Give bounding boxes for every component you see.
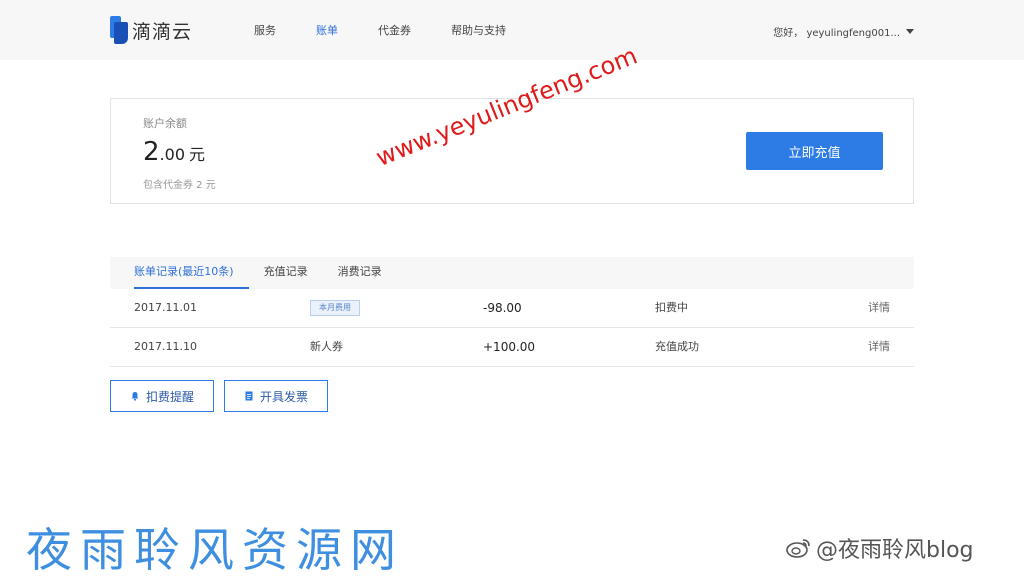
recharge-button[interactable]: 立即充值: [746, 132, 883, 170]
nav-item-services[interactable]: 服务: [254, 22, 276, 38]
row-detail-link[interactable]: 详情: [868, 328, 890, 367]
record-tabs: 账单记录(最近10条) 充值记录 消费记录: [110, 257, 914, 289]
main-nav: 服务 账单 代金券 帮助与支持: [254, 0, 546, 60]
row-amount: -98.00: [483, 301, 522, 315]
watermark-site-name: 夜雨聆风资源网: [26, 523, 404, 576]
tab-bill-records[interactable]: 账单记录(最近10条): [134, 257, 249, 289]
chevron-down-icon: [906, 29, 914, 34]
balance-unit: 元: [189, 145, 206, 164]
charge-reminder-label: 扣费提醒: [146, 389, 195, 404]
balance-label: 账户余额: [143, 117, 187, 130]
balance-voucher-note: 包含代金券 2 元: [143, 180, 216, 191]
logo-mark-icon: [110, 16, 128, 44]
weibo-icon: [786, 539, 810, 558]
watermark-weibo: @夜雨聆风blog: [786, 532, 974, 564]
logo[interactable]: 滴滴云: [110, 16, 192, 44]
top-header: 滴滴云 服务 账单 代金券 帮助与支持 您好， yeyulingfeng001.…: [0, 0, 1024, 60]
nav-item-billing[interactable]: 账单: [316, 22, 338, 38]
table-row: 2017.11.01 本月费用 -98.00 扣费中 详情: [110, 289, 914, 328]
user-menu[interactable]: 您好， yeyulingfeng001...: [773, 24, 914, 39]
balance-amount-decimal: .00: [159, 145, 185, 164]
nav-item-vouchers[interactable]: 代金券: [378, 22, 411, 38]
nav-item-help[interactable]: 帮助与支持: [451, 22, 506, 38]
invoice-icon: [244, 391, 254, 401]
row-detail-link[interactable]: 详情: [868, 289, 890, 328]
row-status: 扣费中: [655, 301, 688, 314]
action-buttons: 扣费提醒 开具发票: [110, 380, 338, 412]
row-date: 2017.11.10: [134, 340, 197, 353]
balance-amount: 2.00 元: [143, 137, 205, 167]
user-greeting: 您好， yeyulingfeng001...: [773, 28, 900, 39]
row-type: 本月费用: [310, 289, 360, 328]
row-type-tag: 本月费用: [310, 300, 360, 316]
tab-recharge-records[interactable]: 充值记录: [264, 257, 323, 289]
logo-text: 滴滴云: [132, 20, 193, 43]
row-amount: +100.00: [483, 340, 536, 354]
row-status: 充值成功: [655, 340, 699, 353]
balance-amount-integer: 2: [143, 137, 160, 167]
issue-invoice-label: 开具发票: [260, 389, 309, 404]
table-row: 2017.11.10 新人券 +100.00 充值成功 详情: [110, 328, 914, 367]
charge-reminder-button[interactable]: 扣费提醒: [110, 380, 215, 412]
row-type: 新人券: [310, 340, 343, 353]
issue-invoice-button[interactable]: 开具发票: [224, 380, 329, 412]
watermark-weibo-text: @夜雨聆风blog: [816, 538, 974, 563]
tab-consumption-records[interactable]: 消费记录: [338, 257, 397, 289]
bill-table: 2017.11.01 本月费用 -98.00 扣费中 详情 2017.11.10…: [110, 289, 914, 367]
bell-icon: [130, 391, 140, 401]
row-date: 2017.11.01: [134, 301, 197, 314]
